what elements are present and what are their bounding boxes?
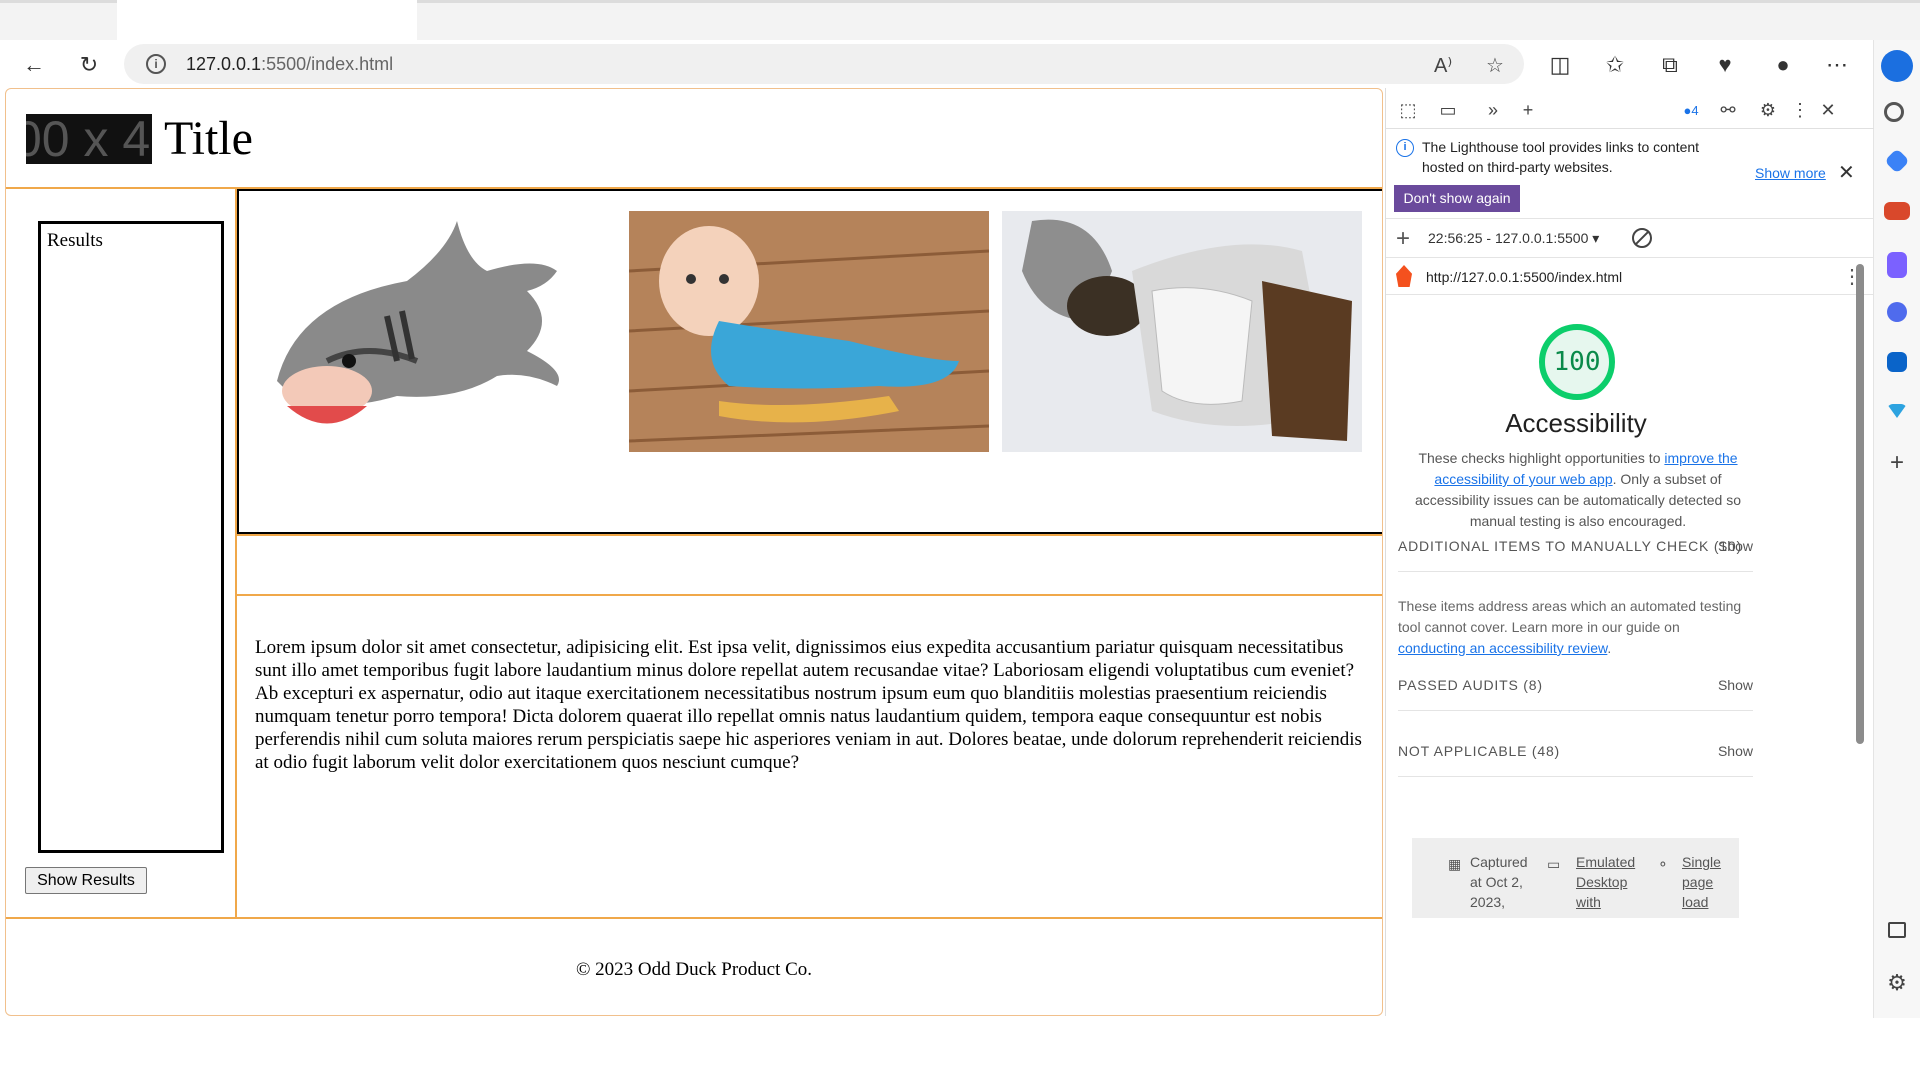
not-applicable-show[interactable]: Show [1718, 743, 1753, 759]
banner-close-icon[interactable]: ✕ [1838, 160, 1855, 185]
accessibility-review-link[interactable]: conducting an accessibility review [1398, 640, 1607, 656]
manual-desc-before: These items address areas which an autom… [1398, 598, 1742, 635]
lorem-paragraph: Lorem ipsum dolor sit amet consectetur, … [255, 637, 1362, 773]
page-header: 00 x 4 Title [6, 89, 1382, 189]
connected-devices-icon[interactable]: ⚯ [1716, 98, 1740, 122]
outlook-icon[interactable] [1887, 352, 1907, 372]
edge-sidebar: + ⚙ [1873, 40, 1920, 1018]
not-applicable-section[interactable]: NOT APPLICABLE (48) Show [1398, 727, 1753, 777]
games-icon[interactable] [1887, 252, 1907, 278]
split-screen-icon[interactable]: ◫ [1543, 48, 1577, 82]
manual-check-description: These items address areas which an autom… [1398, 596, 1748, 659]
browser-essentials-icon[interactable]: ♥ [1708, 48, 1742, 82]
lighthouse-banner-text: The Lighthouse tool provides links to co… [1422, 139, 1700, 175]
category-desc-before: These checks highlight opportunities to [1418, 450, 1665, 466]
send-icon[interactable] [1887, 404, 1907, 418]
inspect-element-icon[interactable]: ⬚ [1396, 98, 1420, 122]
add-icon[interactable]: + [1884, 450, 1910, 476]
category-description: These checks highlight opportunities to … [1398, 448, 1758, 532]
results-aside: Results Show Results [6, 189, 237, 917]
add-tab-icon[interactable]: + [1516, 98, 1540, 122]
issues-counter[interactable]: ● 4 [1671, 98, 1711, 122]
logo-placeholder: 00 x 4 [26, 114, 152, 164]
hide-sidebar-icon[interactable] [1888, 922, 1906, 938]
manual-check-section[interactable]: ADDITIONAL ITEMS TO MANUALLY CHECK (10) … [1398, 522, 1753, 572]
report-selector[interactable]: 22:56:25 - 127.0.0.1:5500 ▾ [1428, 230, 1599, 247]
read-aloud-icon[interactable]: A⁾ [1434, 53, 1452, 78]
web-page: 00 x 4 Title Results Show Results Lorem … [5, 88, 1383, 1016]
show-more-link[interactable]: Show more [1755, 165, 1826, 181]
favorites-icon[interactable]: ✩ [1598, 48, 1632, 82]
emulated-device[interactable]: Emulated Desktop with [1576, 852, 1638, 912]
url-host: 127.0.0.1 [186, 54, 262, 74]
clear-reports-icon[interactable] [1632, 228, 1652, 248]
reload-icon[interactable]: ↻ [72, 48, 106, 82]
passed-audits-show[interactable]: Show [1718, 677, 1753, 693]
devtools-settings-icon[interactable]: ⚙ [1756, 98, 1780, 122]
device-toolbar-icon[interactable]: ▭ [1436, 98, 1460, 122]
category-title: Accessibility [1505, 408, 1647, 438]
tools-icon[interactable] [1884, 202, 1910, 220]
active-tab[interactable] [117, 0, 417, 40]
runtime-settings: ▦ Captured at Oct 2, 2023, ▭ Emulated De… [1412, 838, 1739, 918]
devtools-tab-divider [1386, 128, 1874, 129]
product-gallery [237, 189, 1382, 534]
report-selector-label: 22:56:25 - 127.0.0.1:5500 [1428, 230, 1589, 246]
back-arrow-icon[interactable]: ← [17, 48, 51, 82]
content-divider-strip [237, 534, 1382, 596]
new-report-icon[interactable]: + [1396, 225, 1410, 253]
copilot-icon[interactable] [1881, 50, 1913, 82]
report-url: http://127.0.0.1:5500/index.html [1426, 269, 1623, 285]
devtools-menu-icon[interactable]: ⋮ [1788, 98, 1812, 122]
lighthouse-toolbar: + 22:56:25 - 127.0.0.1:5500 ▾ [1386, 218, 1874, 258]
shopping-icon[interactable] [1884, 148, 1910, 174]
calendar-icon: ▦ [1448, 856, 1462, 872]
lighthouse-icon [1396, 265, 1412, 287]
results-box: Results [38, 221, 224, 853]
devtools-scrollbar[interactable] [1856, 264, 1864, 744]
manual-check-show[interactable]: Show [1718, 538, 1753, 554]
more-menu-icon[interactable]: ⋯ [1820, 48, 1854, 82]
passed-audits-label: PASSED AUDITS (8) [1398, 677, 1543, 693]
captured-at: Captured at Oct 2, 2023, [1470, 854, 1528, 910]
single-page-load[interactable]: Single page load [1682, 852, 1726, 912]
desktop-icon: ▭ [1547, 856, 1561, 872]
microsoft-365-icon[interactable] [1887, 302, 1907, 322]
manual-desc-after: . [1607, 640, 1612, 656]
manual-check-label: ADDITIONAL ITEMS TO MANUALLY CHECK (10) [1398, 538, 1742, 554]
product-image-shark[interactable] [257, 211, 617, 452]
favorite-star-icon[interactable]: ☆ [1486, 53, 1504, 78]
address-bar[interactable]: i 127.0.0.1:5500/index.html A⁾ ☆ [124, 44, 1524, 84]
url-path: :5500/index.html [261, 54, 394, 74]
profile-icon[interactable]: ● [1766, 48, 1800, 82]
accessibility-score-gauge[interactable]: 100 [1539, 324, 1615, 400]
main-content: Lorem ipsum dolor sit amet consectetur, … [237, 596, 1382, 917]
show-results-button[interactable]: Show Results [25, 867, 147, 894]
devtools-panel: ⬚ ▭ » + ● 4 ⚯ ⚙ ⋮ ✕ i The Lighthouse too… [1385, 88, 1874, 1016]
page-footer: © 2023 Odd Duck Product Co. [6, 917, 1382, 1015]
more-tabs-icon[interactable]: » [1481, 98, 1505, 122]
accessibility-score: 100 [1553, 347, 1601, 377]
single-load-icon: ⚬ [1657, 856, 1669, 872]
not-applicable-label: NOT APPLICABLE (48) [1398, 743, 1561, 759]
report-url-bar: http://127.0.0.1:5500/index.html ⋮ [1386, 259, 1874, 295]
sidebar-settings-icon[interactable]: ⚙ [1884, 970, 1910, 996]
product-image-baby-mop[interactable] [629, 211, 989, 452]
passed-audits-section[interactable]: PASSED AUDITS (8) Show [1398, 661, 1753, 711]
collections-icon[interactable]: ⧉ [1653, 48, 1687, 82]
results-label: Results [47, 230, 103, 251]
page-title: Title [164, 112, 253, 165]
footer-copyright: © 2023 Odd Duck Product Co. [575, 959, 813, 980]
info-icon: i [1396, 139, 1414, 157]
site-info-icon[interactable]: i [146, 54, 166, 74]
dont-show-again-button[interactable]: Don't show again [1394, 185, 1520, 212]
search-icon[interactable] [1884, 102, 1904, 122]
tab-strip [0, 0, 1920, 40]
close-devtools-icon[interactable]: ✕ [1816, 98, 1840, 122]
product-image-tauntaun[interactable] [1002, 211, 1362, 452]
issues-count: 4 [1691, 102, 1699, 118]
url-text[interactable]: 127.0.0.1:5500/index.html [186, 54, 393, 75]
